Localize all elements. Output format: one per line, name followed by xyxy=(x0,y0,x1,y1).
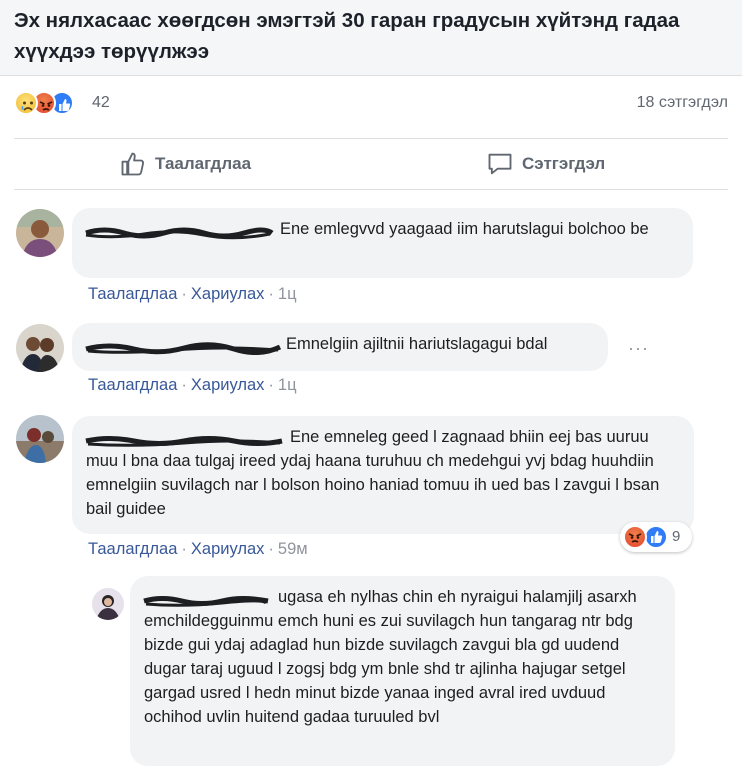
avatar[interactable] xyxy=(16,209,64,257)
post-header: Эх нялхасаас хөөгдсөн эмэгтэй 30 гаран г… xyxy=(0,0,742,76)
comment-button[interactable]: Сэтгэгдэл xyxy=(486,149,605,179)
comment-text: Ene emlegvvd yaagaad iim harutslagui bol… xyxy=(280,220,649,238)
comment-timestamp[interactable]: 1ц xyxy=(278,285,297,303)
comment-meta: Таалагдлаа · Хариулах · 1ц xyxy=(88,376,297,394)
angry-icon xyxy=(623,525,647,549)
comment-text: Emnelgiin ajiltnii hariutslagagui bdal xyxy=(286,335,548,353)
like-button[interactable]: Таалагдлаа xyxy=(119,149,251,179)
comment-like-link[interactable]: Таалагдлаа xyxy=(88,285,177,303)
more-options-icon[interactable]: ··· xyxy=(628,338,649,359)
avatar[interactable] xyxy=(16,324,64,372)
thumbs-up-icon xyxy=(121,152,144,176)
post-title[interactable]: Эх нялхасаас хөөгдсөн эмэгтэй 30 гаран г… xyxy=(14,5,734,67)
comment-reply-link[interactable]: Хариулах xyxy=(191,285,265,303)
comments-count-link[interactable]: 18 сэтгэгдэл xyxy=(637,94,728,112)
reply-author[interactable] xyxy=(143,588,278,607)
comment-meta: Таалагдлаа · Хариулах · 1ц xyxy=(88,285,297,303)
like-icon xyxy=(644,525,668,549)
reply-text: ugasa eh nylhas chin eh nyraigui halamji… xyxy=(144,588,637,726)
comment-reactions[interactable]: 9 xyxy=(620,522,692,552)
reply-avatar[interactable] xyxy=(92,588,124,620)
speech-bubble-icon xyxy=(488,153,512,175)
comment-meta: Таалагдлаа · Хариулах · 59м xyxy=(88,540,308,558)
comment-reaction-count: 9 xyxy=(672,528,681,545)
avatar[interactable] xyxy=(16,415,64,463)
comment-author[interactable] xyxy=(85,335,286,355)
comment-reply-link[interactable]: Хариулах xyxy=(191,376,265,394)
like-button-label: Таалагдлаа xyxy=(155,154,252,173)
sad-icon xyxy=(14,91,38,115)
comment-author[interactable] xyxy=(85,428,290,447)
comment-bubble: Ene emneleg geed l zagnaad bhiin eej bas… xyxy=(72,416,694,534)
comment-bubble: Ene emlegvvd yaagaad iim harutslagui bol… xyxy=(72,208,693,278)
comment-bubble: Emnelgiin ajiltnii hariutslagagui bdal xyxy=(72,323,608,371)
comment-button-label: Сэтгэгдэл xyxy=(522,154,606,173)
reply-bubble: ugasa eh nylhas chin eh nyraigui halamji… xyxy=(130,576,675,766)
comment-timestamp[interactable]: 59м xyxy=(278,540,308,558)
post-actions-bar: Таалагдлаа Сэтгэгдэл xyxy=(14,138,728,190)
comment-timestamp[interactable]: 1ц xyxy=(278,376,297,394)
comment-like-link[interactable]: Таалагдлаа xyxy=(88,376,177,394)
comment-author[interactable] xyxy=(85,220,280,240)
comment-reply-link[interactable]: Хариулах xyxy=(191,540,265,558)
comment-like-link[interactable]: Таалагдлаа xyxy=(88,540,177,558)
reaction-count[interactable]: 42 xyxy=(92,94,110,112)
